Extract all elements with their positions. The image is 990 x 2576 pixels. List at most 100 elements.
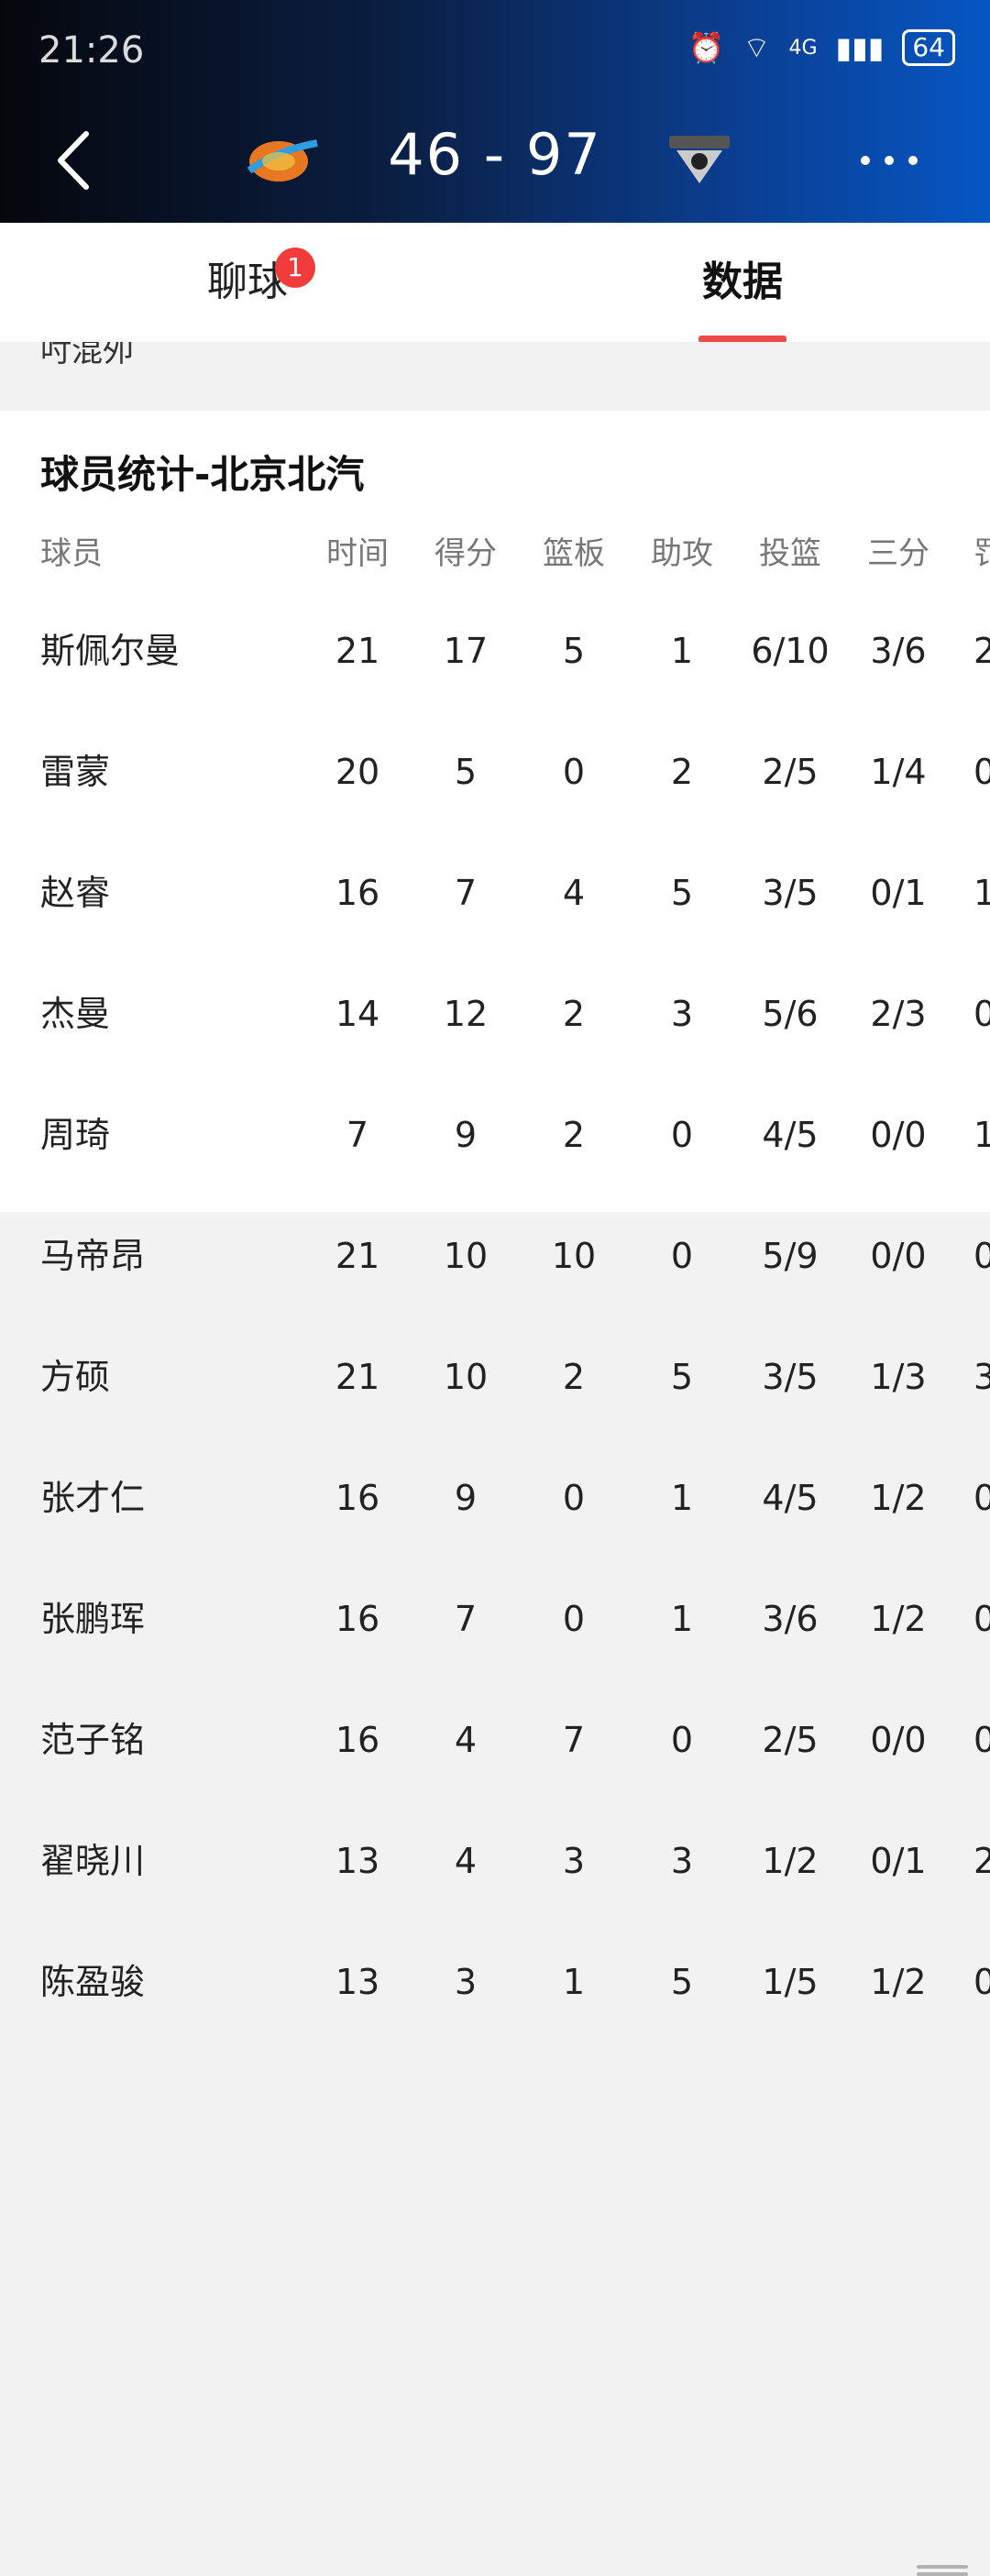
stat-cell: 6/10 [751, 631, 830, 671]
col-header[interactable]: 助攻 [636, 517, 728, 590]
table-row[interactable]: 雷蒙 20 5 0 2 2/5 1/4 0 [0, 711, 990, 832]
col-header[interactable]: 得分 [420, 517, 512, 590]
stat-cell: 3 [670, 1841, 694, 1881]
col-header[interactable]: 时间 [312, 517, 403, 590]
player-name[interactable]: 雷蒙 [40, 711, 315, 832]
stat-cell: 0/0 [870, 1720, 927, 1760]
player-name[interactable]: 周琦 [40, 1074, 315, 1195]
player-name[interactable]: 马帝昂 [40, 1195, 315, 1316]
stat-cell: 5 [670, 873, 694, 913]
table-row[interactable]: 方硕 21 10 2 5 3/5 1/3 3 [0, 1316, 990, 1437]
stat-cell: 3 [974, 1357, 990, 1397]
stat-cell: 13 [335, 1962, 380, 2002]
player-name[interactable]: 斯佩尔曼 [40, 590, 315, 711]
stat-cell: 3/5 [762, 873, 819, 913]
stat-cell: 0/1 [870, 873, 927, 913]
stat-cell: 1/2 [762, 1841, 819, 1881]
stat-cell: 2 [974, 1841, 990, 1881]
player-name[interactable]: 方硕 [40, 1316, 315, 1437]
table-row[interactable]: 翟晓川 13 4 3 3 1/2 0/1 2 [0, 1800, 990, 1921]
stat-cell: 2 [670, 752, 694, 792]
status-icons: ⏰ ⌔ 4G ▮▮▮ 64 [688, 29, 955, 66]
player-name[interactable]: 张才仁 [40, 1437, 315, 1558]
stat-cell: 0 [974, 1236, 990, 1276]
stat-cell: 3 [454, 1962, 478, 2002]
drag-handle-icon[interactable] [917, 2572, 968, 2576]
player-name[interactable]: 范子铭 [40, 1679, 315, 1800]
signal-icon: ▮▮▮ [835, 30, 885, 65]
stat-cell: 0 [974, 1962, 990, 2002]
stat-cell: 3/6 [870, 631, 927, 671]
stat-cell: 16 [335, 1478, 380, 1518]
player-name[interactable]: 赵睿 [40, 832, 315, 953]
game-header: 21:26 ⏰ ⌔ 4G ▮▮▮ 64 46 - 97 [0, 0, 990, 223]
stat-cell: 3 [562, 1841, 586, 1881]
section-gap: 吋混夘 [0, 342, 990, 411]
player-stats-card: 球员统计-北京北汽 球员 时间 得分 篮板 助攻 投篮 三分 罚 斯佩尔曼 21 1… [0, 411, 990, 2576]
stat-cell: 3/5 [762, 1357, 819, 1397]
stat-cell: 10 [443, 1357, 489, 1397]
stat-cell: 9 [454, 1478, 478, 1518]
stat-cell: 1/4 [870, 752, 927, 792]
table-row[interactable]: 陈盈骏 13 3 1 5 1/5 1/2 0 [0, 1921, 990, 2042]
col-header[interactable]: 篮板 [528, 517, 620, 590]
table-row[interactable]: 赵睿 16 7 4 5 3/5 0/1 1 [0, 832, 990, 953]
table-row[interactable]: 范子铭 16 4 7 0 2/5 0/0 0 [0, 1679, 990, 1800]
stat-cell: 16 [335, 873, 380, 913]
more-options-icon[interactable] [852, 147, 926, 174]
stat-cell: 0 [974, 1720, 990, 1760]
battery-indicator: 64 [902, 29, 955, 66]
stat-cell: 9 [454, 1115, 478, 1155]
stat-cell: 1 [974, 873, 990, 913]
stat-cell: 21 [335, 1357, 380, 1397]
back-arrow-icon[interactable] [53, 128, 94, 193]
tab-bar: 聊球 数据 [0, 223, 990, 342]
table-row[interactable]: 张鹏珲 16 7 0 1 3/6 1/2 0 [0, 1558, 990, 1679]
stat-cell: 7 [454, 873, 478, 913]
alarm-icon: ⏰ [688, 30, 725, 65]
table-row[interactable]: 马帝昂 21 10 10 0 5/9 0/0 0 [0, 1195, 990, 1316]
tab-data[interactable]: 数据 [669, 223, 816, 342]
player-name[interactable]: 陈盈骏 [40, 1921, 315, 2042]
stat-cell: 4 [454, 1841, 478, 1881]
col-header[interactable]: 罚 [974, 517, 990, 590]
stat-cell: 0/0 [870, 1115, 927, 1155]
stat-cell: 2/5 [762, 752, 819, 792]
away-team-logo[interactable] [658, 128, 741, 193]
player-name[interactable]: 杰曼 [40, 953, 315, 1074]
table-row[interactable]: 周琦 7 9 2 0 4/5 0/0 1 [0, 1074, 990, 1195]
table-row[interactable]: 张才仁 16 9 0 1 4/5 1/2 0 [0, 1437, 990, 1558]
stat-cell: 10 [551, 1236, 597, 1276]
stat-cell: 0 [562, 1478, 586, 1518]
col-header[interactable]: 投篮 [744, 517, 836, 590]
stat-cell: 5 [670, 1357, 694, 1397]
clipped-text: 吋混夘 [40, 342, 134, 369]
player-name[interactable]: 翟晓川 [40, 1800, 315, 1921]
stat-cell: 14 [335, 994, 380, 1034]
stat-cell: 0 [562, 752, 586, 792]
stat-cell: 0/1 [870, 1841, 927, 1881]
stat-cell: 5/9 [762, 1236, 819, 1276]
table-row[interactable]: 杰曼 14 12 2 3 5/6 2/3 0 [0, 953, 990, 1074]
stat-cell: 4/5 [762, 1115, 819, 1155]
stat-cell: 2/5 [762, 1720, 819, 1760]
table-row[interactable]: 斯佩尔曼 21 17 5 1 6/10 3/6 2 [0, 590, 990, 711]
stat-cell: 21 [335, 1236, 380, 1276]
wifi-icon: ⌔ [742, 30, 771, 65]
stat-cell: 1 [670, 1599, 694, 1639]
stat-cell: 1/5 [762, 1962, 819, 2002]
col-header[interactable]: 球员 [40, 517, 315, 590]
stat-cell: 17 [443, 631, 489, 671]
player-name[interactable]: 张鹏珲 [40, 1558, 315, 1679]
stat-cell: 2 [974, 631, 990, 671]
stat-cell: 21 [335, 631, 380, 671]
stat-cell: 13 [335, 1841, 380, 1881]
col-header[interactable]: 三分 [852, 517, 944, 590]
stat-cell: 10 [443, 1236, 489, 1276]
home-team-logo[interactable] [240, 128, 323, 193]
stat-cell: 16 [335, 1720, 380, 1760]
stat-cell: 1/3 [870, 1357, 927, 1397]
stat-cell: 2/3 [870, 994, 927, 1034]
stat-cell: 0/0 [870, 1236, 927, 1276]
stat-cell: 0 [974, 1478, 990, 1518]
